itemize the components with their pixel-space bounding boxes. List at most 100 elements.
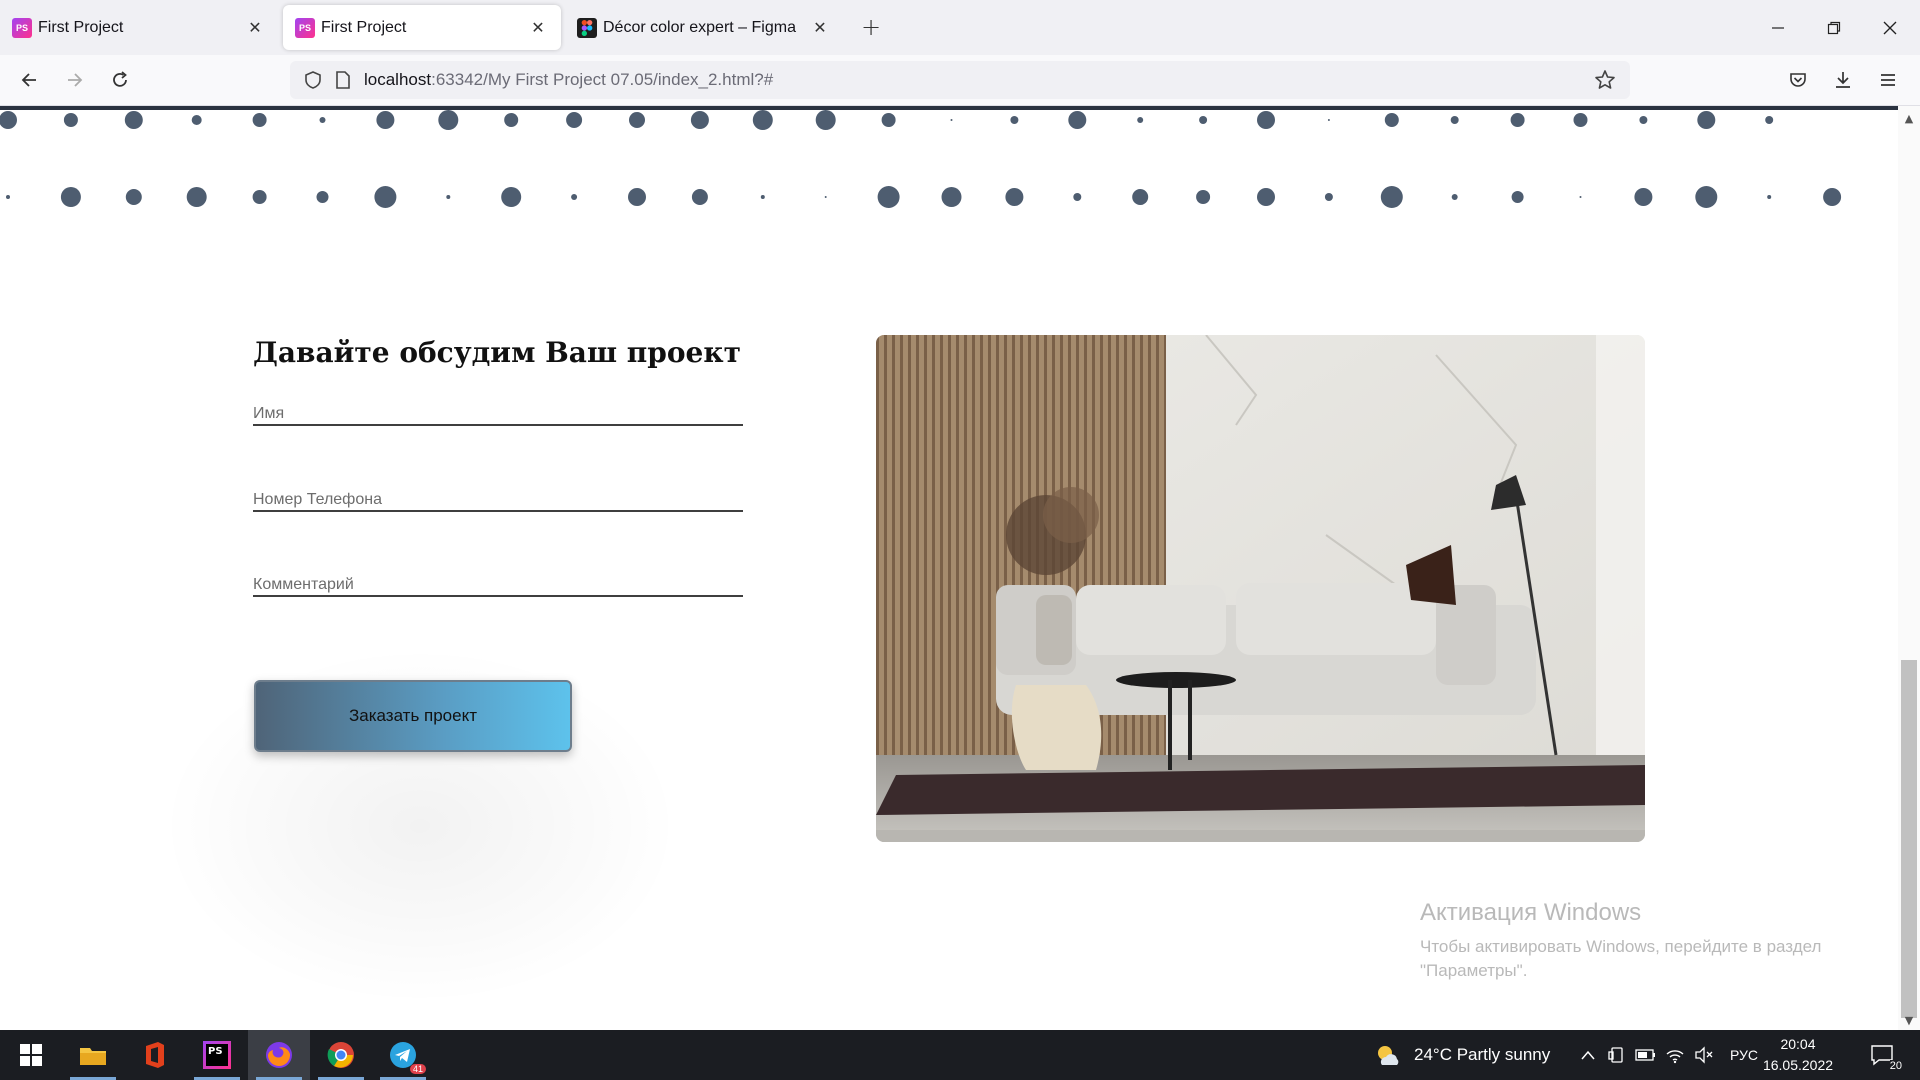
browser-nav-bar: localhost:63342/My First Project 07.05/i…: [0, 55, 1920, 106]
new-tab-icon[interactable]: +: [856, 12, 886, 42]
browser-tab-bar: PS First Project ✕ PS First Project ✕ Dé…: [0, 0, 1920, 55]
decorative-dot: [376, 111, 395, 129]
reload-icon[interactable]: [103, 63, 137, 97]
language-indicator[interactable]: РУС: [1730, 1030, 1758, 1080]
file-explorer-icon[interactable]: [62, 1030, 124, 1080]
decorative-dot: [760, 195, 765, 199]
comment-field-label: Комментарий: [253, 576, 354, 593]
order-project-button[interactable]: Заказать проект: [254, 680, 572, 752]
telegram-badge: 41: [409, 1064, 426, 1074]
decorative-dot: [691, 189, 708, 205]
battery-icon[interactable]: [1633, 1042, 1659, 1068]
chrome-icon[interactable]: [310, 1030, 372, 1080]
page-icon[interactable]: [328, 65, 358, 95]
menu-icon[interactable]: [1871, 63, 1905, 97]
figma-icon: [577, 17, 597, 38]
tab-first-project-2[interactable]: PS First Project ✕: [283, 5, 561, 50]
tab-figma[interactable]: Décor color expert – Figma ✕: [565, 5, 843, 50]
decorative-dot: [1767, 195, 1772, 199]
decorative-dot: [815, 110, 836, 130]
decorative-dot: [571, 194, 578, 200]
decorative-dot: [1257, 111, 1275, 129]
comment-field[interactable]: Комментарий: [253, 561, 743, 597]
page-viewport: Давайте обсудим Ваш проект Имя Номер Тел…: [0, 106, 1898, 1030]
decorative-dot: [1451, 194, 1458, 200]
decorative-dot: [1823, 188, 1842, 206]
decorative-dot: [1380, 186, 1403, 208]
back-arrow-icon[interactable]: [12, 63, 46, 97]
wifi-icon[interactable]: [1662, 1042, 1688, 1068]
decorative-dot: [1579, 196, 1582, 198]
url-text[interactable]: localhost:63342/My First Project 07.05/i…: [364, 70, 773, 90]
decorative-dot: [1073, 193, 1082, 201]
decorative-dot: [1327, 119, 1330, 121]
device-icon[interactable]: [1604, 1042, 1630, 1068]
tab-first-project-1[interactable]: PS First Project ✕: [0, 5, 278, 50]
scroll-down-icon[interactable]: ▼: [1898, 1010, 1920, 1030]
watermark-title: Активация Windows: [1420, 899, 1642, 926]
name-field[interactable]: Имя: [253, 390, 743, 426]
decorative-dot: [1634, 188, 1653, 206]
restore-icon[interactable]: [1806, 0, 1862, 55]
form-title: Давайте обсудим Ваш проект: [253, 336, 741, 369]
shield-icon[interactable]: [298, 65, 328, 95]
download-icon[interactable]: [1826, 63, 1860, 97]
scrollbar-thumb[interactable]: [1901, 660, 1917, 1018]
weather-text[interactable]: 24°C Partly sunny: [1414, 1030, 1550, 1080]
decorative-dot: [1639, 116, 1648, 124]
minimize-icon[interactable]: [1750, 0, 1806, 55]
decorative-dot: [1695, 186, 1718, 208]
decorative-dot: [1196, 190, 1211, 204]
phone-field-label: Номер Телефона: [253, 491, 382, 508]
decorative-dot: [1450, 116, 1459, 124]
decorative-dot: [0, 111, 17, 129]
decorative-dot: [191, 115, 202, 125]
decorative-dot: [877, 186, 900, 208]
telegram-icon[interactable]: 41: [372, 1030, 434, 1080]
decorative-dot: [6, 195, 10, 199]
weather-icon[interactable]: [1372, 1042, 1402, 1068]
phone-field[interactable]: Номер Телефона: [253, 476, 743, 512]
close-icon[interactable]: ✕: [244, 17, 266, 39]
decorative-dots-pattern: [0, 110, 1842, 208]
decorative-dot: [1005, 188, 1024, 206]
decorative-dot: [1199, 116, 1208, 124]
volume-muted-icon[interactable]: [1691, 1042, 1717, 1068]
forward-arrow-icon[interactable]: [58, 63, 92, 97]
address-bar[interactable]: localhost:63342/My First Project 07.05/i…: [290, 61, 1630, 99]
pocket-icon[interactable]: [1781, 63, 1815, 97]
decorative-dot: [63, 113, 78, 127]
windows-activation-watermark: Активация Windows Чтобы активировать Win…: [1420, 899, 1821, 983]
decorative-dot: [186, 187, 207, 207]
decorative-dot: [125, 189, 142, 205]
decorative-dot: [374, 186, 397, 208]
decorative-dot: [566, 112, 583, 128]
decorative-dot: [501, 187, 522, 207]
decorative-dot: [1257, 188, 1275, 206]
clock-time: 20:04: [1780, 1036, 1816, 1052]
decorative-dot: [1010, 116, 1019, 124]
decorative-dot: [690, 111, 709, 129]
office-icon[interactable]: [124, 1030, 186, 1080]
url-host: localhost: [364, 70, 432, 89]
decorative-dot: [1697, 111, 1716, 129]
decorative-dot: [752, 110, 773, 130]
phpstorm-icon[interactable]: PS: [186, 1030, 248, 1080]
decorative-dot: [60, 187, 81, 207]
start-icon[interactable]: [0, 1030, 62, 1080]
close-icon[interactable]: ✕: [809, 17, 831, 39]
chevron-up-icon[interactable]: [1575, 1042, 1601, 1068]
close-icon[interactable]: ✕: [527, 17, 549, 39]
tab-title: Décor color expert – Figma: [603, 18, 796, 36]
decorative-dot: [1137, 117, 1144, 123]
phpstorm-icon: PS: [295, 17, 315, 38]
system-clock[interactable]: 20:04 16.05.2022: [1758, 1034, 1838, 1076]
decorative-dot: [1511, 191, 1524, 203]
scroll-up-icon[interactable]: ▲: [1898, 108, 1920, 128]
decorative-dot: [941, 187, 962, 207]
firefox-icon[interactable]: [248, 1030, 310, 1080]
notification-count: 20: [1889, 1060, 1902, 1072]
bookmark-star-icon[interactable]: [1590, 65, 1620, 95]
close-window-icon[interactable]: [1862, 0, 1918, 55]
notifications-icon[interactable]: 20: [1862, 1042, 1902, 1072]
